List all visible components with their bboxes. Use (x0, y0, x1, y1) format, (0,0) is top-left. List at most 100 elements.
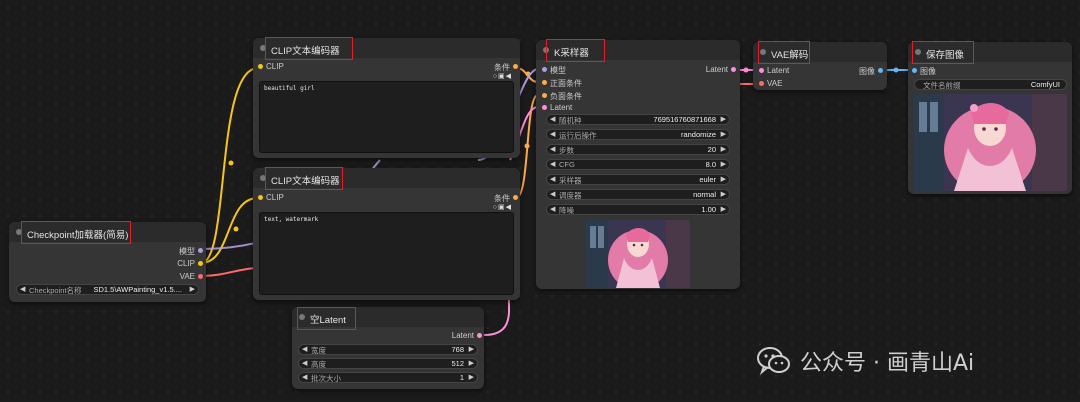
scheduler-widget[interactable]: ◀ 调度器 normal ▶ (546, 189, 730, 200)
arrow-left-icon[interactable]: ◀ (550, 130, 555, 138)
arrow-right-icon[interactable]: ▶ (469, 373, 474, 381)
arrow-right-icon[interactable]: ▶ (721, 160, 726, 168)
output-slot-latent[interactable]: Latent (706, 65, 736, 74)
arrow-left-icon[interactable]: ◀ (302, 373, 307, 381)
collapse-dot-icon[interactable] (299, 314, 305, 320)
arrow-left-icon[interactable]: ◀ (302, 345, 307, 353)
arrow-left-icon[interactable]: ◀ (550, 115, 555, 123)
cfg-widget[interactable]: ◀ CFG 8.0 ▶ (546, 159, 730, 170)
input-dot-icon[interactable] (912, 68, 917, 73)
arrow-right-icon[interactable]: ▶ (721, 145, 726, 153)
output-dot-icon[interactable] (198, 274, 203, 279)
input-dot-icon[interactable] (759, 68, 764, 73)
input-slot-clip[interactable]: CLIP (258, 62, 284, 71)
wechat-icon (757, 347, 790, 376)
input-dot-icon[interactable] (542, 67, 547, 72)
collapse-dot-icon[interactable] (543, 47, 549, 53)
arrow-left-icon[interactable]: ◀ (550, 205, 555, 213)
node-icon-toolbar[interactable]: ○▣◀ (493, 72, 512, 80)
checkpoint-name-combo[interactable]: ◀ Checkpoint名称 SD1.5\AWPainting_v1.5....… (16, 284, 199, 295)
seed-widget[interactable]: ◀ 随机种 769516760871668 ▶ (546, 114, 730, 125)
output-dot-icon[interactable] (198, 248, 203, 253)
output-label: CLIP (177, 259, 195, 268)
height-widget[interactable]: ◀ 高度 512 ▶ (298, 358, 478, 369)
output-dot-icon[interactable] (878, 68, 883, 73)
node-icon-toolbar[interactable]: ○▣◀ (493, 203, 512, 211)
input-slot-latent[interactable]: Latent (542, 103, 572, 112)
arrow-left-icon[interactable]: ◀ (550, 160, 555, 168)
arrow-right-icon[interactable]: ▶ (190, 285, 195, 293)
output-slot-image[interactable]: 图像 (859, 66, 883, 77)
clip-text-encoder-node-positive[interactable]: CLIP文本编码器 CLIP 条件 ○▣◀ beautiful girl (253, 38, 520, 158)
checkpoint-loader-node[interactable]: Checkpoint加载器(简易) 模型 CLIP VAE ◀ Checkpoi… (9, 222, 206, 302)
arrow-left-icon[interactable]: ◀ (20, 285, 25, 293)
input-slot-model[interactable]: 模型 (542, 65, 566, 76)
input-slot-vae[interactable]: VAE (759, 79, 782, 88)
filename-prefix-widget[interactable]: 文件名前缀 ComfyUI (914, 79, 1067, 90)
clip-text-encoder-node-negative[interactable]: CLIP文本编码器 CLIP 条件 ○▣◀ text, watermark (253, 168, 520, 300)
input-slot-image[interactable]: 图像 (912, 66, 936, 77)
collapse-dot-icon[interactable] (915, 49, 921, 55)
arrow-right-icon[interactable]: ▶ (469, 359, 474, 367)
collapse-dot-icon[interactable] (260, 175, 266, 181)
node-title-bar[interactable]: VAE解码 (753, 42, 887, 62)
sampler-widget[interactable]: ◀ 采样器 euler ▶ (546, 174, 730, 185)
output-slot-latent[interactable]: Latent (452, 331, 482, 340)
empty-latent-node[interactable]: 空Latent Latent ◀ 宽度 768 ▶ ◀ 高度 512 ▶ ◀ 批… (292, 307, 484, 389)
output-dot-icon[interactable] (513, 195, 518, 200)
collapse-dot-icon[interactable] (760, 49, 766, 55)
input-dot-icon[interactable] (542, 105, 547, 110)
arrow-left-icon[interactable]: ◀ (550, 145, 555, 153)
denoise-widget[interactable]: ◀ 降噪 1.00 ▶ (546, 204, 730, 215)
arrow-right-icon[interactable]: ▶ (469, 345, 474, 353)
speaker-icon[interactable]: ◀ (506, 73, 512, 80)
arrow-left-icon[interactable]: ◀ (550, 190, 555, 198)
checkbox-icon[interactable]: ▣ (498, 73, 506, 80)
output-dot-icon[interactable] (477, 333, 482, 338)
checkbox-icon[interactable]: ▣ (498, 204, 506, 211)
batch-size-widget[interactable]: ◀ 批次大小 1 ▶ (298, 372, 478, 383)
arrow-right-icon[interactable]: ▶ (721, 175, 726, 183)
node-title: Checkpoint加载器(简易) (27, 230, 129, 241)
arrow-right-icon[interactable]: ▶ (721, 130, 726, 138)
output-dot-icon[interactable] (198, 261, 203, 266)
collapse-dot-icon[interactable] (260, 45, 266, 51)
output-slot-clip[interactable]: CLIP (177, 259, 203, 268)
arrow-right-icon[interactable]: ▶ (721, 205, 726, 213)
steps-widget[interactable]: ◀ 步数 20 ▶ (546, 144, 730, 155)
widget-label: 步数 (559, 146, 574, 155)
speaker-icon[interactable]: ◀ (506, 204, 512, 211)
arrow-left-icon[interactable]: ◀ (550, 175, 555, 183)
collapse-dot-icon[interactable] (16, 229, 22, 235)
node-title-bar[interactable]: Checkpoint加载器(简易) (9, 222, 206, 242)
input-dot-icon[interactable] (258, 64, 263, 69)
ksampler-node[interactable]: K采样器 模型 正面条件 负面条件 Latent Latent ◀ 随机种 76… (536, 40, 740, 289)
node-title-bar[interactable]: 保存图像 (908, 42, 1072, 62)
input-dot-icon[interactable] (542, 93, 547, 98)
output-dot-icon[interactable] (513, 64, 518, 69)
save-image-node[interactable]: 保存图像 图像 文件名前缀 ComfyUI (908, 42, 1072, 194)
arrow-right-icon[interactable]: ▶ (721, 115, 726, 123)
prompt-textarea[interactable]: beautiful girl (259, 81, 514, 153)
output-slot-model[interactable]: 模型 (179, 246, 203, 257)
input-slot-negative[interactable]: 负面条件 (542, 91, 582, 102)
input-slot-clip[interactable]: CLIP (258, 193, 284, 202)
input-dot-icon[interactable] (258, 195, 263, 200)
arrow-right-icon[interactable]: ▶ (721, 190, 726, 198)
vae-decode-node[interactable]: VAE解码 Latent VAE 图像 (753, 42, 887, 90)
input-dot-icon[interactable] (542, 80, 547, 85)
prompt-textarea[interactable]: text, watermark (259, 212, 514, 295)
input-slot-positive[interactable]: 正面条件 (542, 78, 582, 89)
control-after-generate-widget[interactable]: ◀ 运行后操作 randomize ▶ (546, 129, 730, 140)
output-dot-icon[interactable] (731, 67, 736, 72)
node-title-bar[interactable]: CLIP文本编码器 (253, 168, 520, 188)
node-title-bar[interactable]: K采样器 (536, 40, 740, 60)
input-slot-latent[interactable]: Latent (759, 66, 789, 75)
node-title-bar[interactable]: CLIP文本编码器 (253, 38, 520, 58)
width-widget[interactable]: ◀ 宽度 768 ▶ (298, 344, 478, 355)
input-dot-icon[interactable] (759, 81, 764, 86)
node-title-bar[interactable]: 空Latent (292, 307, 484, 327)
arrow-left-icon[interactable]: ◀ (302, 359, 307, 367)
output-slot-vae[interactable]: VAE (180, 272, 203, 281)
widget-value: 512 (451, 359, 464, 368)
